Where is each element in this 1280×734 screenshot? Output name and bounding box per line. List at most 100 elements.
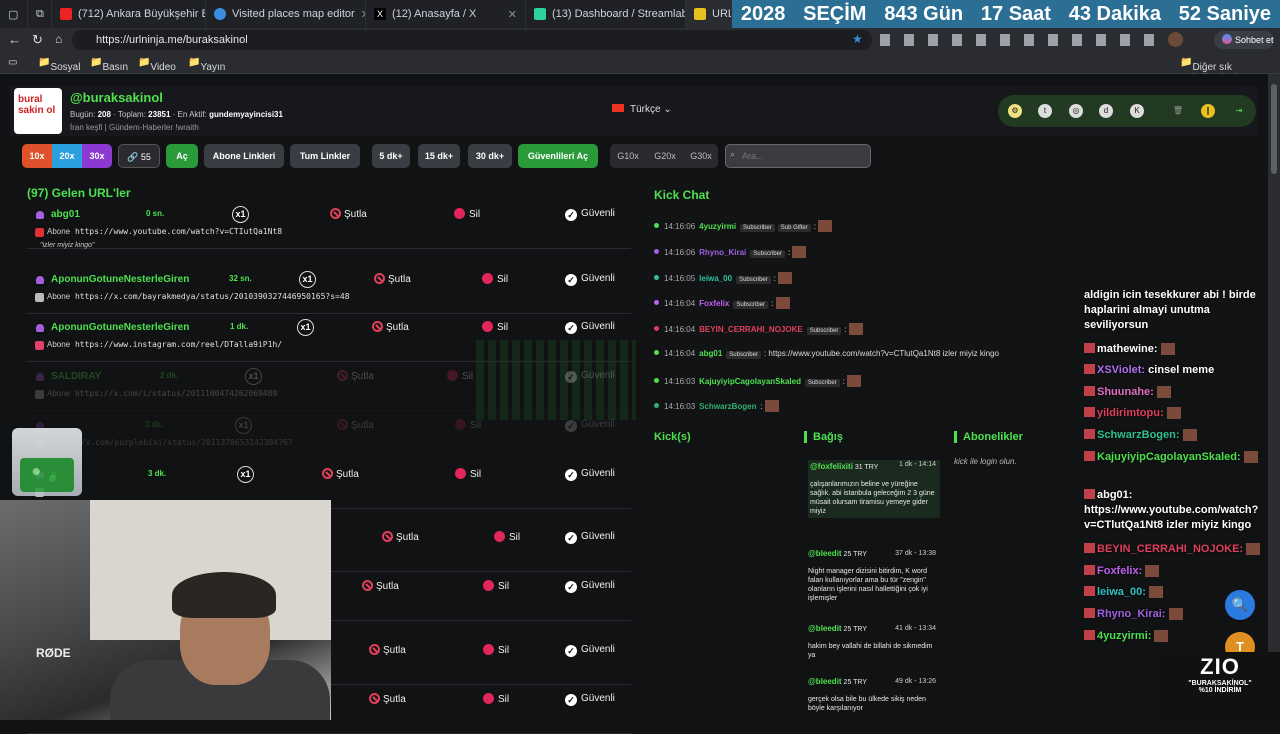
chat-button[interactable]: Sohbet et xyxy=(1214,31,1274,49)
safe-button[interactable]: ✓ Güvenli xyxy=(565,208,615,221)
extensions-icons[interactable] xyxy=(880,34,1160,46)
twitter-icon[interactable]: t xyxy=(1038,104,1052,118)
safe-button[interactable]: ✓ Güvenli xyxy=(565,693,615,706)
kick-button[interactable]: Şutla xyxy=(372,321,409,333)
url-username[interactable]: abg01 xyxy=(51,209,80,220)
search-fab[interactable]: 🔍 xyxy=(1225,590,1255,620)
tab-collections-icon[interactable]: ⧉ xyxy=(28,0,52,28)
chat-user[interactable]: BEYIN_CERRAHI_NOJOKE xyxy=(699,325,803,334)
delete-button[interactable]: Sil xyxy=(455,468,481,480)
avatar[interactable] xyxy=(1168,32,1183,47)
discord-icon[interactable]: d xyxy=(1099,104,1113,118)
tab-3[interactable]: (13) Dashboard / Streamlabs✕ xyxy=(526,0,686,28)
back-icon[interactable]: ← xyxy=(8,32,21,47)
kick-button[interactable]: Şutla xyxy=(382,531,419,543)
safe-button[interactable]: ✓ Güvenli xyxy=(565,531,615,544)
kick-button[interactable]: Şutla xyxy=(337,370,374,382)
link-text[interactable]: https://www.youtube.com/watch?v=CTIutQa1… xyxy=(75,227,282,236)
kick-icon[interactable]: K xyxy=(1130,104,1144,118)
min15-button[interactable]: 15 dk+ xyxy=(418,144,460,168)
safe-button[interactable]: ✓ Güvenli xyxy=(565,419,615,432)
instagram-icon[interactable]: ◎ xyxy=(1069,104,1083,118)
link-text[interactable]: https://x.com/i/status/20111004742620694… xyxy=(75,389,277,398)
link-text[interactable]: https://x.com/bayrakmedya/status/2010390… xyxy=(75,292,350,301)
open-safe-button[interactable]: Güvenlileri Aç xyxy=(518,144,598,168)
search-input[interactable] xyxy=(725,144,871,168)
url-username[interactable]: SALDIRAY xyxy=(51,371,101,382)
delete-button[interactable]: Sil xyxy=(454,208,480,220)
chat-user[interactable]: SchwarzBogen xyxy=(699,402,756,411)
donation-user[interactable]: @foxfelixiti xyxy=(810,462,853,471)
delete-button[interactable]: Sil xyxy=(494,531,520,543)
delete-button[interactable]: Sil xyxy=(483,580,509,592)
link-text[interactable]: https://www.instagram.com/reel/DTalla9iP… xyxy=(75,340,282,349)
chat-user[interactable]: leiwa_00 xyxy=(699,274,732,283)
chat-user[interactable]: Foxfelix xyxy=(699,299,729,308)
safe-button[interactable]: ✓ Güvenli xyxy=(565,370,615,383)
safe-button[interactable]: ✓ Güvenli xyxy=(565,580,615,593)
safe-button[interactable]: ✓ Güvenli xyxy=(565,273,615,286)
pause-icon[interactable]: ∥ xyxy=(1201,104,1215,118)
kick-button[interactable]: Şutla xyxy=(322,468,359,480)
chat-user[interactable]: KajuyiyipCagolayanSkaled xyxy=(699,377,801,386)
tab-4[interactable]: URL N xyxy=(686,0,732,28)
chat-user[interactable]: abg01 xyxy=(699,349,722,358)
kick-button[interactable]: Şutla xyxy=(369,693,406,705)
tab-2[interactable]: X (12) Anasayfa / X ✕ xyxy=(366,0,526,28)
home-icon[interactable]: ⌂ xyxy=(55,32,62,46)
url-field[interactable]: https://urlninja.me/buraksakinol xyxy=(72,30,872,50)
delete-button[interactable]: Sil xyxy=(483,644,509,656)
safe-button[interactable]: ✓ Güvenli xyxy=(565,644,615,657)
g10-button[interactable]: G10x xyxy=(610,144,646,168)
donation-user[interactable]: @bleedit xyxy=(808,677,842,686)
open-button[interactable]: Aç xyxy=(166,144,198,168)
min5-button[interactable]: 5 dk+ xyxy=(372,144,410,168)
delete-button[interactable]: Sil xyxy=(455,419,481,431)
delete-button[interactable]: Sil xyxy=(482,273,508,285)
profile-handle[interactable]: @buraksakinol xyxy=(70,90,163,105)
url-username[interactable]: AponunGotuneNesterleGiren xyxy=(51,322,189,333)
bookmark-folder[interactable]: 📁 Diğer sık kullanılanlar xyxy=(1180,57,1246,84)
login-hint[interactable]: kick ile login olun. xyxy=(954,457,1017,466)
kick-button[interactable]: Şutla xyxy=(330,208,367,220)
url-link[interactable]: Abone https://x.com/i/status/20111004742… xyxy=(35,389,277,398)
tab-1[interactable]: Visited places map editor✕ xyxy=(206,0,366,28)
scrollbar-thumb[interactable] xyxy=(1271,84,1277,174)
bookmark-folder[interactable]: 📁 Basın xyxy=(90,57,128,73)
scrollbar[interactable] xyxy=(1268,74,1280,720)
language-select[interactable]: Türkçe ⌄ xyxy=(612,104,672,115)
delete-button[interactable]: Sil xyxy=(482,321,508,333)
tab-0[interactable]: (712) Ankara Büyükşehir Beled✕ xyxy=(52,0,206,28)
g20-button[interactable]: G20x xyxy=(646,144,684,168)
logout-icon[interactable]: ⇥ xyxy=(1232,104,1246,118)
safe-button[interactable]: ✓ Güvenli xyxy=(565,468,615,481)
url-link[interactable]: Abone https://x.com/bayrakmedya/status/2… xyxy=(35,292,350,301)
trash-icon[interactable]: 🗑 xyxy=(1171,104,1185,118)
min30-button[interactable]: 30 dk+ xyxy=(468,144,512,168)
bookmark-folder[interactable]: 📁 Sosyal xyxy=(38,57,80,73)
delete-button[interactable]: Sil xyxy=(447,370,473,382)
link-text[interactable]: https://x.com/purplebixi/status/20113786… xyxy=(47,438,293,447)
url-link[interactable]: Abone https://www.youtube.com/watch?v=CT… xyxy=(35,227,282,236)
kick-button[interactable]: Şutla xyxy=(362,580,399,592)
settings-icon[interactable]: ⚙ xyxy=(1008,104,1022,118)
chat-user[interactable]: Rhyno_Kirai xyxy=(699,248,746,257)
kick-button[interactable]: Şutla xyxy=(374,273,411,285)
close-icon[interactable]: ✕ xyxy=(508,8,517,21)
kick-button[interactable]: Şutla xyxy=(369,644,406,656)
kick-button[interactable]: Şutla xyxy=(337,419,374,431)
donation-user[interactable]: @bleedit xyxy=(808,624,842,633)
links-count[interactable]: 🔗 55 xyxy=(118,144,160,168)
g30-button[interactable]: G30x xyxy=(684,144,718,168)
url-username[interactable]: AponunGotuneNesterleGiren xyxy=(51,274,189,285)
favorite-star-icon[interactable]: ★ xyxy=(852,32,863,46)
donation-user[interactable]: @bleedit xyxy=(808,549,842,558)
all-links-button[interactable]: Tum Linkler xyxy=(290,144,360,168)
filter-20x-button[interactable]: 20x xyxy=(52,144,82,168)
chat-user[interactable]: 4yuzyirmi xyxy=(699,222,736,231)
refresh-icon[interactable]: ↻ xyxy=(32,32,43,48)
url-link[interactable]: Abone https://www.instagram.com/reel/DTa… xyxy=(35,340,282,349)
delete-button[interactable]: Sil xyxy=(483,693,509,705)
bookmark-folder[interactable]: 📁 Yayın xyxy=(188,57,225,73)
reading-list-icon[interactable]: ▭ xyxy=(8,57,17,68)
